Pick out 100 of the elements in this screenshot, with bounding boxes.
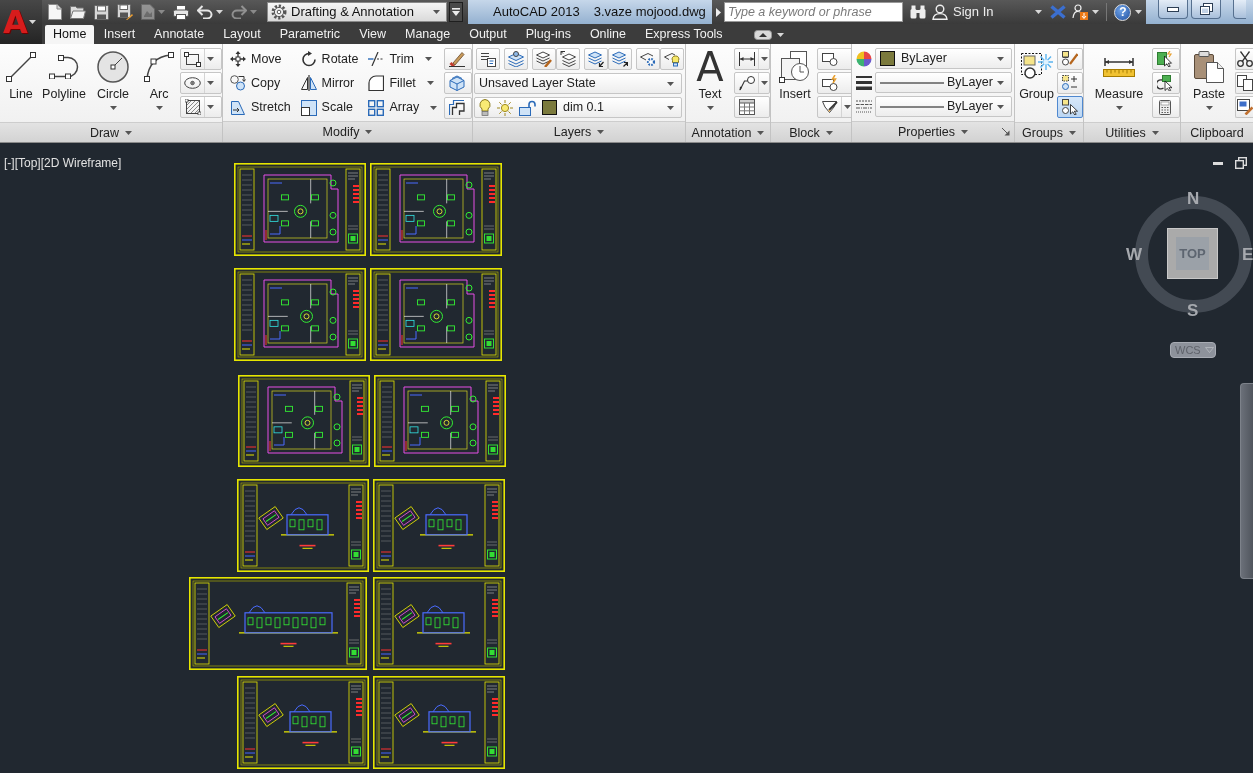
layer-match-button[interactable] [532, 48, 556, 70]
fillet-button[interactable]: Fillet [365, 72, 441, 95]
caret-icon [997, 104, 1004, 109]
panel-title-button[interactable]: Annotation [686, 122, 770, 142]
view-menu[interactable]: [Top] [14, 154, 41, 172]
ribbon-tab[interactable]: Home [45, 25, 95, 44]
minimize-button[interactable] [1158, 0, 1189, 19]
close-button[interactable] [1233, 0, 1247, 19]
arc-icon [143, 51, 175, 83]
circle-button[interactable]: Circle [88, 48, 138, 122]
create-block-button[interactable] [817, 48, 851, 70]
layer-freeze-button[interactable] [636, 48, 660, 70]
caret-icon[interactable] [1035, 10, 1043, 14]
ribbon-tab[interactable]: Insert [94, 25, 145, 44]
layer-state-dropdown[interactable]: Unsaved Layer State [474, 73, 682, 94]
scale-button[interactable]: Scale [297, 96, 362, 119]
ribbon-tab[interactable]: Online [580, 25, 636, 44]
layer-previous-button[interactable] [556, 48, 580, 70]
paste-button[interactable]: Paste [1183, 48, 1235, 122]
group-edit-button[interactable] [1057, 48, 1083, 70]
explode-button[interactable] [444, 72, 472, 95]
toolbar-menu-button[interactable] [449, 2, 463, 22]
rotate-button[interactable]: Rotate [297, 48, 362, 70]
rectangle-button[interactable] [180, 48, 222, 70]
restore-button[interactable] [1191, 0, 1222, 19]
stretch-button[interactable]: Stretch [227, 96, 294, 119]
panel-title-button[interactable]: Utilities [1084, 122, 1180, 142]
panel-title-button[interactable]: Block [771, 122, 851, 142]
layer-dropdown[interactable]: dim 0.1 [474, 97, 682, 118]
ribbon-tab[interactable]: Parametric [270, 25, 350, 44]
workspace-dropdown[interactable]: Drafting & Annotation [267, 2, 447, 22]
edit-attribute-button[interactable] [817, 96, 851, 118]
color-dropdown[interactable]: ByLayer [875, 48, 1012, 69]
layer-stack-icon [508, 51, 524, 67]
layer-off-button[interactable] [660, 48, 684, 70]
panel-title-button[interactable]: Modify [223, 121, 472, 142]
quick-select-button[interactable] [1152, 48, 1180, 70]
text-button[interactable]: A Text [687, 48, 733, 122]
layer-unisolate-button[interactable] [608, 48, 632, 70]
array-icon [368, 99, 385, 116]
polyline-button[interactable]: Polyline [40, 48, 88, 122]
offset-button[interactable] [444, 96, 472, 119]
hatch-button[interactable] [180, 96, 222, 118]
viewport-menu[interactable]: [-] [4, 154, 15, 172]
group-button[interactable]: Group [1016, 48, 1057, 122]
ribbon-tab[interactable]: View [349, 25, 396, 44]
insert-button[interactable]: Insert [773, 48, 817, 122]
group-selection-button[interactable] [1057, 96, 1083, 118]
ribbon-tab[interactable]: Plug-ins [516, 25, 581, 44]
edit-block-button[interactable] [817, 72, 851, 94]
panel-title-button[interactable]: Properties [852, 121, 1014, 142]
copy-clip-button[interactable] [1235, 72, 1253, 94]
measure-button[interactable]: Measure [1086, 48, 1152, 122]
compass-north-label[interactable]: N [1187, 190, 1200, 208]
ribbon-tab[interactable]: Output [459, 25, 517, 44]
dialog-launcher-icon[interactable] [1002, 128, 1010, 136]
download-button[interactable] [1070, 4, 1102, 20]
layer-properties-button[interactable] [476, 48, 500, 70]
ribbon-tab[interactable]: Layout [213, 25, 271, 44]
copy-button[interactable]: Copy [227, 72, 294, 95]
table-button[interactable] [734, 96, 770, 118]
caret-icon [760, 81, 768, 85]
panel-title-button[interactable]: Draw [0, 122, 222, 142]
compass-west-label[interactable]: W [1126, 246, 1143, 264]
visual-style-menu[interactable]: [2D Wireframe] [40, 154, 122, 172]
panel-title-button[interactable]: Layers [473, 121, 685, 142]
search-field[interactable]: Type a keyword or phrase [724, 2, 903, 22]
ungroup-button[interactable] [1057, 72, 1083, 94]
linetype-dropdown[interactable]: ByLayer [875, 96, 1012, 117]
sign-in-button[interactable]: Sign In [928, 2, 998, 22]
help-icon: ? [1114, 3, 1132, 21]
paste-icon [1194, 51, 1224, 83]
line-button[interactable]: Line [2, 48, 40, 122]
calculator-button[interactable] [1152, 96, 1180, 118]
layer-current-button[interactable] [504, 48, 528, 70]
layer-isolate-button[interactable] [584, 48, 608, 70]
ribbon-tab[interactable]: Annotate [144, 25, 214, 44]
ellipse-button[interactable] [180, 72, 222, 94]
select-similar-button[interactable] [1152, 72, 1180, 94]
ribbon-tab[interactable]: Manage [395, 25, 460, 44]
expand-arrow-icon[interactable] [716, 7, 721, 17]
dimension-button[interactable] [734, 48, 770, 70]
lineweight-dropdown[interactable]: ByLayer [875, 72, 1012, 93]
trim-button[interactable]: Trim [365, 48, 441, 70]
arc-button[interactable]: Arc [138, 48, 180, 122]
mirror-button[interactable]: Mirror [297, 72, 362, 95]
binoculars-icon[interactable] [910, 5, 926, 19]
ungroup-icon [1061, 75, 1078, 91]
restore-icon[interactable] [1235, 157, 1247, 169]
compass-east-label[interactable]: E [1242, 246, 1253, 264]
caret-icon [706, 106, 714, 110]
compass-south-label[interactable]: S [1187, 302, 1199, 320]
panel-title-button[interactable]: Groups [1015, 122, 1083, 142]
cut-button[interactable] [1235, 48, 1253, 70]
array-button[interactable]: Array [365, 96, 441, 119]
ribbon-tab[interactable]: Express Tools [635, 25, 733, 44]
move-button[interactable]: Move [227, 48, 294, 70]
leader-button[interactable] [734, 72, 770, 94]
erase-button[interactable] [444, 48, 472, 70]
match-properties-button[interactable] [1235, 96, 1253, 118]
